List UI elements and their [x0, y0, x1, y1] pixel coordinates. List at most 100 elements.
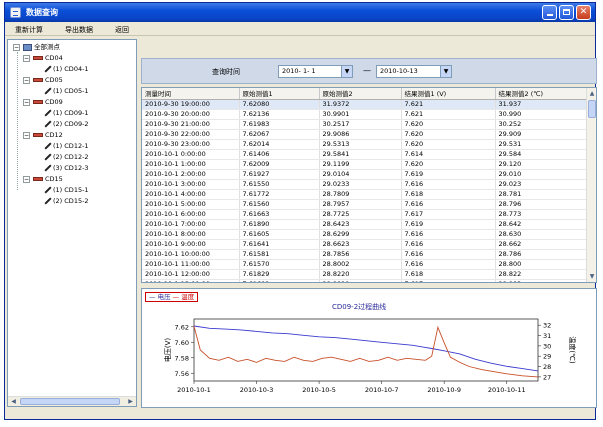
collapse-icon[interactable]: − — [13, 44, 20, 51]
table-cell: 7.620 — [401, 119, 496, 130]
collapse-icon[interactable]: − — [23, 99, 30, 106]
tree-item-cd04-1[interactable]: (1) CD04-1 — [43, 64, 89, 75]
tree-horizontal-scrollbar[interactable]: ◀ ▶ — [8, 396, 136, 406]
table-row[interactable]: 2010-9-30 23:00:00 7.62014 29.5313 7.620 29.… — [142, 139, 589, 150]
table-cell: 2010-10-1 13:00:00 — [142, 279, 240, 282]
data-table-grid: 测量时间 原始测值1 原始测值2 结果测值1 (V) 结果测值2 (℃) 201… — [142, 88, 589, 282]
table-row[interactable]: 2010-9-30 21:00:00 7.61983 30.2517 7.620 30.… — [142, 119, 589, 130]
table-row[interactable]: 2010-10-1 6:00:00 7.61663 28.7725 7.617 28.7… — [142, 209, 589, 220]
minimize-button[interactable] — [542, 5, 557, 20]
tree-item-cd09-2[interactable]: (2) CD09-2 — [43, 119, 89, 130]
menu-recalculate[interactable]: 重新计算 — [15, 25, 43, 35]
table-cell: 29.531 — [495, 139, 589, 150]
menu-bar: 重新计算 导出数据 返回 — [5, 22, 595, 36]
sensor-icon — [43, 65, 51, 73]
table-row[interactable]: 2010-9-30 19:00:00 7.62080 31.9372 7.621 31.… — [142, 99, 589, 110]
table-row[interactable]: 2010-10-1 4:00:00 7.61772 28.7809 7.618 28.7… — [142, 189, 589, 200]
menu-export-data[interactable]: 导出数据 — [65, 25, 93, 35]
column-header[interactable]: 原始测值2 — [319, 88, 402, 100]
table-row[interactable]: 2010-10-1 7:00:00 7.61890 28.6423 7.619 28.6… — [142, 219, 589, 230]
tree-group-label: CD04 — [45, 54, 63, 62]
y2-tick-label: 29 — [543, 353, 551, 361]
tree-item-label: (2) CD12-2 — [53, 153, 89, 161]
sensor-icon — [43, 87, 51, 95]
tree-group-cd12[interactable]: − CD12 — [23, 130, 63, 141]
point-tree[interactable]: − 全部测点 − CD04 (1) CD04-1 − CD05 (1) CD05… — [7, 39, 137, 407]
table-cell: 7.618 — [401, 189, 496, 200]
query-time-label: 查询时间 — [212, 68, 240, 76]
table-cell: 7.619 — [401, 219, 496, 230]
table-cell: 7.621 — [401, 99, 496, 110]
table-row[interactable]: 2010-10-1 10:00:00 7.61581 28.7856 7.616 28.… — [142, 249, 589, 260]
tree-item-cd12-1[interactable]: (1) CD12-1 — [43, 141, 89, 152]
table-row[interactable]: 2010-10-1 8:00:00 7.61605 28.6299 7.616 28.6… — [142, 229, 589, 240]
table-row[interactable]: 2010-10-1 3:00:00 7.61550 29.0233 7.616 29.0… — [142, 179, 589, 190]
menu-back[interactable]: 返回 — [115, 25, 129, 35]
column-header[interactable]: 原始测值1 — [239, 88, 320, 100]
tree-item-cd12-3[interactable]: (3) CD12-3 — [43, 163, 89, 174]
scroll-thumb[interactable] — [588, 100, 596, 118]
scroll-thumb[interactable] — [20, 398, 120, 405]
table-cell: 29.909 — [495, 129, 589, 140]
table-cell: 2010-10-1 1:00:00 — [142, 159, 240, 170]
table-cell: 28.796 — [495, 199, 589, 210]
tree-group-cd09[interactable]: − CD09 — [23, 97, 63, 108]
tree-item-cd12-2[interactable]: (2) CD12-2 — [43, 152, 89, 163]
collapse-icon[interactable]: − — [23, 77, 30, 84]
table-cell: 28.822 — [495, 269, 589, 280]
title-bar[interactable]: 数据查询 ✕ — [5, 3, 595, 22]
plot-area — [193, 318, 539, 382]
table-cell: 7.61829 — [239, 269, 320, 280]
chevron-down-icon[interactable]: ▼ — [341, 66, 352, 77]
table-cell: 2010-10-1 8:00:00 — [142, 229, 240, 240]
table-row[interactable]: 2010-10-1 1:00:00 7.62009 29.1199 7.620 29.1… — [142, 159, 589, 170]
table-row[interactable]: 2010-10-1 5:00:00 7.61560 28.7957 7.616 28.7… — [142, 199, 589, 210]
tree-group-cd05[interactable]: − CD05 — [23, 75, 63, 86]
table-cell: 2010-9-30 21:00:00 — [142, 119, 240, 130]
tree-item-cd09-1[interactable]: (1) CD09-1 — [43, 108, 89, 119]
scroll-up-icon[interactable]: ▲ — [588, 89, 596, 98]
table-cell: 7.619 — [401, 169, 496, 180]
table-row[interactable]: 2010-10-1 13:00:007.6168228.98297.61728.… — [142, 279, 589, 282]
tree-group-cd04[interactable]: − CD04 — [23, 53, 63, 64]
table-cell: 2010-10-1 10:00:00 — [142, 249, 240, 260]
table-cell: 28.642 — [495, 219, 589, 230]
tree-group-cd15[interactable]: − CD15 — [23, 174, 63, 185]
scroll-left-icon[interactable]: ◀ — [9, 398, 18, 406]
tree-group-label: CD05 — [45, 76, 63, 84]
tree-item-label: (2) CD09-2 — [53, 120, 89, 128]
tree-item-cd15-2[interactable]: (2) CD15-2 — [43, 196, 89, 207]
column-header[interactable]: 结果测值1 (V) — [401, 88, 496, 100]
start-date-picker[interactable]: 2010- 1- 1 ▼ — [278, 65, 353, 78]
scroll-right-icon[interactable]: ▶ — [126, 398, 135, 406]
table-row[interactable]: 2010-10-1 9:00:00 7.61641 28.6623 7.616 28.6… — [142, 239, 589, 250]
table-cell: 2010-10-1 4:00:00 — [142, 189, 240, 200]
close-button[interactable]: ✕ — [576, 5, 591, 20]
sensor-icon — [43, 109, 51, 117]
table-row[interactable]: 2010-10-1 12:00:00 7.61829 28.8220 7.618 28.… — [142, 269, 589, 280]
scroll-down-icon[interactable]: ▼ — [588, 272, 596, 281]
x-tick-label: 2010-10-7 — [365, 386, 399, 394]
sensor-icon — [43, 120, 51, 128]
table-cell: 28.773 — [495, 209, 589, 220]
tree-item-cd05-1[interactable]: (1) CD05-1 — [43, 86, 89, 97]
column-header[interactable]: 结果测值2 (℃) — [495, 88, 589, 100]
data-table[interactable]: 测量时间 原始测值1 原始测值2 结果测值1 (V) 结果测值2 (℃) 201… — [141, 87, 597, 283]
collapse-icon[interactable]: − — [23, 176, 30, 183]
column-header[interactable]: 测量时间 — [142, 88, 240, 100]
table-row[interactable]: 2010-10-1 2:00:00 7.61927 29.0104 7.619 29.0… — [142, 169, 589, 180]
chevron-down-icon[interactable]: ▼ — [440, 66, 451, 77]
collapse-icon[interactable]: − — [23, 132, 30, 139]
table-cell: 7.61605 — [239, 229, 320, 240]
table-row[interactable]: 2010-10-1 11:00:00 7.61570 28.8002 7.616 28.… — [142, 259, 589, 270]
table-row[interactable]: 2010-9-30 22:00:00 7.62067 29.9086 7.620 29.… — [142, 129, 589, 140]
tree-root[interactable]: − 全部测点 — [13, 42, 60, 53]
table-vertical-scrollbar[interactable]: ▲ ▼ — [586, 88, 596, 282]
tree-item-cd15-1[interactable]: (1) CD15-1 — [43, 185, 89, 196]
table-row[interactable]: 2010-10-1 0:00:00 7.61406 29.5841 7.614 29.5… — [142, 149, 589, 160]
end-date-picker[interactable]: 2010-10-13 ▼ — [376, 65, 452, 78]
table-row[interactable]: 2010-9-30 20:00:00 7.62136 30.9901 7.621 30.… — [142, 109, 589, 120]
table-cell: 28.9829 — [319, 279, 402, 282]
collapse-icon[interactable]: − — [23, 55, 30, 62]
maximize-button[interactable] — [559, 5, 574, 20]
